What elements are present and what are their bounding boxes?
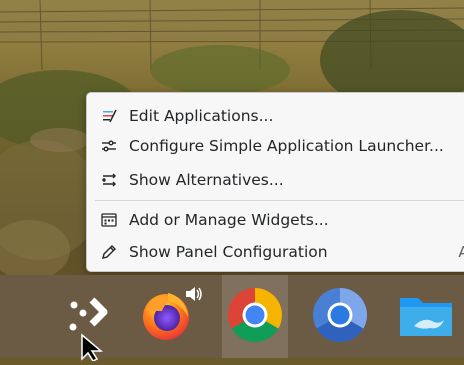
chromium-icon [311,286,369,348]
menu-item-show-panel-configuration[interactable]: Show Panel Configuration A [87,237,464,267]
panel-context-menu: Edit Applications... Configure Simple Ap… [86,92,464,272]
mouse-cursor-icon [80,333,110,365]
menu-item-label: Configure Simple Application Launcher... [129,137,444,155]
menu-separator [95,200,464,201]
configure-sliders-icon [100,137,118,155]
speaker-icon [183,283,205,309]
pencil-icon [100,243,118,261]
menu-item-label: Edit Applications... [129,107,274,125]
task-dolphin[interactable] [393,275,459,358]
menu-item-label: Show Alternatives... [129,171,284,189]
task-chromium[interactable] [307,275,373,358]
folder-icon [396,286,456,348]
alternatives-icon [100,171,118,189]
menu-item-label: Show Panel Configuration [129,243,328,261]
menu-item-label: Add or Manage Widgets... [129,211,329,229]
widgets-icon [100,211,118,229]
task-google-chrome[interactable] [222,275,288,358]
menu-item-show-alternatives[interactable]: Show Alternatives... [87,165,464,195]
menu-item-add-widgets[interactable]: Add or Manage Widgets... [87,205,464,235]
edit-applications-icon [100,107,118,125]
taskbar-panel [0,275,464,358]
menu-item-edit-applications[interactable]: Edit Applications... [87,101,464,131]
chrome-icon [226,286,284,348]
task-firefox[interactable] [133,275,202,358]
menu-item-shortcut: A [458,243,464,261]
menu-item-configure-launcher[interactable]: Configure Simple Application Launcher... [87,131,464,161]
